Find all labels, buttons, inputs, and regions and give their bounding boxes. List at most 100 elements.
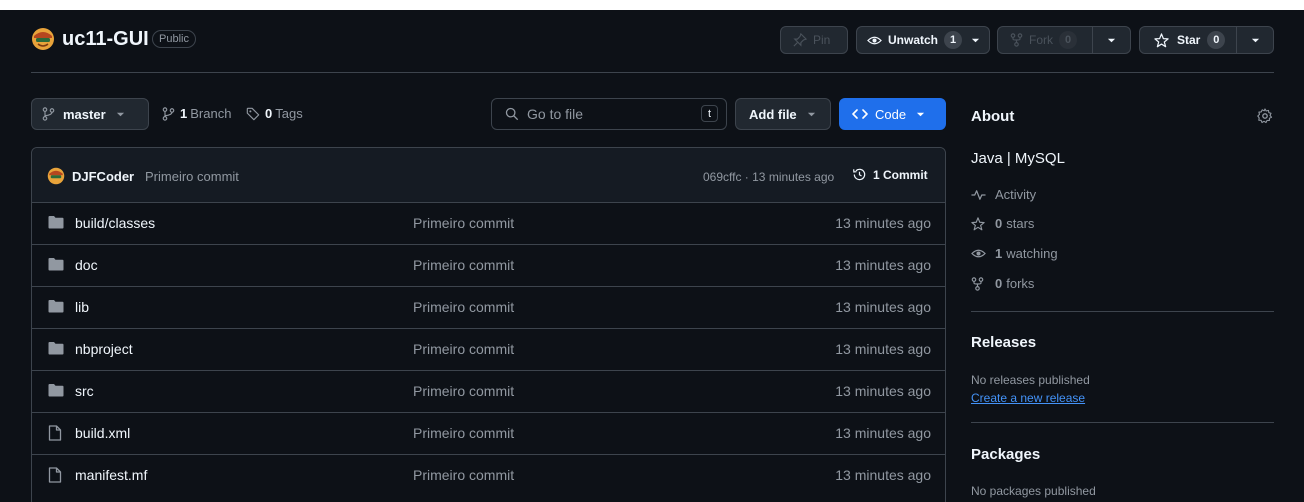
fork-label: Fork: [1029, 33, 1053, 47]
commits-link[interactable]: 1 Commit: [852, 167, 928, 182]
file-commit-message[interactable]: Primeiro commit: [413, 383, 514, 399]
star-label: Star: [1177, 33, 1201, 47]
avatar-illustration: [32, 28, 54, 50]
search-placeholder: Go to file: [527, 106, 584, 122]
packages-empty-text: No packages published: [971, 484, 1096, 498]
file-name-link[interactable]: src: [75, 383, 94, 399]
about-settings-button[interactable]: [1257, 108, 1273, 124]
gear-icon: [1257, 108, 1273, 124]
file-commit-time: 13 minutes ago: [835, 215, 931, 231]
star-button[interactable]: Star 0: [1139, 26, 1237, 54]
branch-icon: [42, 107, 55, 121]
file-row[interactable]: doc Primeiro commit 13 minutes ago: [31, 244, 946, 286]
file-row[interactable]: src Primeiro commit 13 minutes ago: [31, 370, 946, 412]
file-commit-time: 13 minutes ago: [835, 383, 931, 399]
file-name-link[interactable]: manifest.mf: [75, 467, 147, 483]
watching-link[interactable]: 1 watching: [971, 246, 1058, 261]
fork-dropdown-button[interactable]: [1092, 26, 1131, 54]
file-name-link[interactable]: build.xml: [75, 425, 130, 441]
chevron-down-icon: [916, 110, 925, 119]
branch-icon: [162, 106, 175, 121]
fork-icon: [1010, 33, 1023, 47]
star-count: 0: [1207, 31, 1226, 49]
star-dropdown-button[interactable]: [1236, 26, 1274, 54]
file-commit-message[interactable]: Primeiro commit: [413, 341, 514, 357]
file-name-link[interactable]: nbproject: [75, 341, 133, 357]
code-icon: [852, 108, 868, 120]
file-commit-message[interactable]: Primeiro commit: [413, 425, 514, 441]
unwatch-button[interactable]: Unwatch 1: [856, 26, 990, 54]
file-commit-message[interactable]: Primeiro commit: [413, 257, 514, 273]
file-commit-time: 13 minutes ago: [835, 257, 931, 273]
create-release-link[interactable]: Create a new release: [971, 391, 1085, 405]
chevron-down-icon: [116, 110, 125, 119]
stars-link[interactable]: 0 stars: [971, 216, 1034, 231]
folder-icon: [48, 257, 64, 271]
commit-author-avatar[interactable]: [47, 167, 65, 185]
pin-label: Pin: [813, 33, 831, 47]
releases-title[interactable]: Releases: [971, 334, 1036, 351]
file-name-link[interactable]: doc: [75, 257, 98, 273]
go-to-file-input[interactable]: Go to file t: [491, 98, 727, 130]
folder-icon: [48, 341, 64, 355]
stars-count: 0: [995, 216, 1003, 231]
folder-icon: [48, 299, 64, 313]
forks-count: 0: [995, 276, 1003, 291]
file-row[interactable]: manifest.mf Primeiro commit 13 minutes ago: [31, 454, 946, 496]
file-commit-message[interactable]: Primeiro commit: [413, 467, 514, 483]
tag-icon: [246, 107, 260, 121]
tag-label: Tags: [275, 106, 303, 121]
chevron-down-icon: [1107, 36, 1116, 45]
code-label: Code: [875, 106, 907, 122]
forks-label: forks: [1006, 276, 1035, 291]
sidebar-divider: [971, 311, 1274, 312]
file-row[interactable]: build.xml Primeiro commit 13 minutes ago: [31, 412, 946, 454]
code-button[interactable]: Code: [839, 98, 946, 130]
releases-empty-text: No releases published: [971, 373, 1090, 387]
tags-link[interactable]: 0 Tags: [246, 106, 303, 121]
commit-author[interactable]: DJFCoder: [72, 169, 134, 184]
activity-link[interactable]: Activity: [971, 187, 1036, 202]
tag-count: 0: [265, 106, 273, 121]
fork-button[interactable]: Fork 0: [997, 26, 1093, 54]
folder-icon: [48, 383, 64, 397]
watching-count: 1: [995, 246, 1003, 261]
pulse-icon: [971, 189, 987, 201]
sidebar-divider: [971, 422, 1274, 423]
file-name-link[interactable]: lib: [75, 299, 89, 315]
eye-icon: [867, 33, 882, 48]
repo-description: Java | MySQL: [971, 150, 1065, 167]
file-row[interactable]: build/classes Primeiro commit 13 minutes a…: [31, 202, 946, 244]
file-commit-time: 13 minutes ago: [835, 299, 931, 315]
file-row[interactable]: nbproject Primeiro commit 13 minutes ago: [31, 328, 946, 370]
search-icon: [505, 107, 519, 121]
branches-link[interactable]: 1 Branch: [162, 106, 231, 121]
repo-name[interactable]: uc11-GUI: [62, 27, 149, 51]
file-commit-message[interactable]: Primeiro commit: [413, 215, 514, 231]
branch-label: Branch: [190, 106, 232, 121]
packages-title[interactable]: Packages: [971, 446, 1040, 463]
watching-label: watching: [1006, 246, 1058, 261]
commit-count-label: 1 Commit: [873, 167, 928, 182]
branch-selector[interactable]: master: [31, 98, 149, 130]
add-file-button[interactable]: Add file: [735, 98, 831, 130]
chevron-down-icon: [971, 36, 980, 45]
forks-link[interactable]: 0 forks: [971, 276, 1034, 291]
commit-info[interactable]: 069cffc · 13 minutes ago: [703, 170, 834, 184]
file-name-link[interactable]: build/classes: [75, 215, 155, 231]
fork-count: 0: [1059, 31, 1077, 49]
pin-button[interactable]: Pin: [780, 26, 848, 54]
file-commit-message[interactable]: Primeiro commit: [413, 299, 514, 315]
chevron-down-icon: [807, 110, 816, 119]
header-divider: [31, 72, 1274, 73]
file-icon: [48, 467, 62, 483]
chevron-down-icon: [1251, 36, 1260, 45]
history-icon: [852, 167, 867, 182]
file-icon: [48, 425, 62, 441]
file-commit-time: 13 minutes ago: [835, 467, 931, 483]
file-row[interactable]: lib Primeiro commit 13 minutes ago: [31, 286, 946, 328]
commit-message[interactable]: Primeiro commit: [145, 169, 239, 184]
star-icon: [1154, 32, 1169, 48]
repo-avatar[interactable]: [31, 27, 55, 51]
eye-icon: [971, 246, 987, 261]
